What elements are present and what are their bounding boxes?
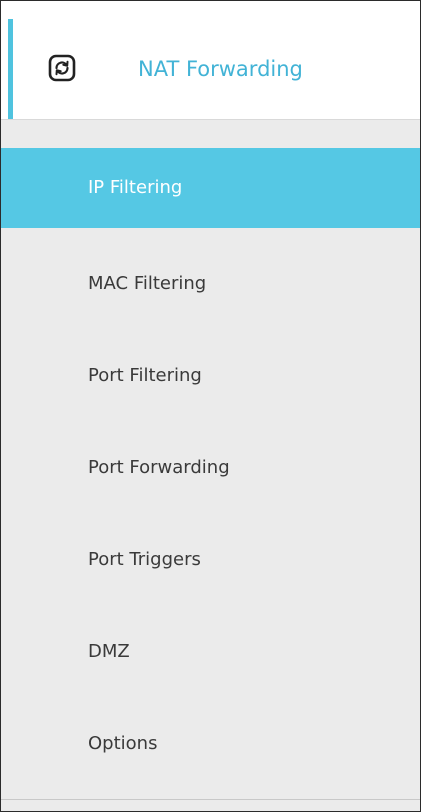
- menu-item-dmz[interactable]: DMZ: [1, 608, 420, 700]
- menu-item-port-triggers[interactable]: Port Triggers: [1, 516, 420, 608]
- active-section-indicator: [8, 19, 13, 119]
- menu-item-options[interactable]: Options: [1, 700, 420, 792]
- submenu-list: IP Filtering MAC Filtering Port Filterin…: [1, 148, 420, 792]
- sidebar-panel: NAT Forwarding IP Filtering MAC Filterin…: [0, 0, 421, 812]
- menu-item-label: IP Filtering: [88, 177, 183, 198]
- section-title: NAT Forwarding: [138, 57, 303, 81]
- menu-item-label: Options: [88, 733, 158, 754]
- menu-item-ip-filtering[interactable]: IP Filtering: [1, 148, 420, 228]
- menu-item-port-filtering[interactable]: Port Filtering: [1, 332, 420, 424]
- nat-forwarding-header[interactable]: NAT Forwarding: [1, 1, 420, 120]
- menu-item-label: MAC Filtering: [88, 273, 207, 294]
- menu-item-label: Port Triggers: [88, 549, 201, 570]
- menu-item-port-forwarding[interactable]: Port Forwarding: [1, 424, 420, 516]
- menu-item-mac-filtering[interactable]: MAC Filtering: [1, 240, 420, 332]
- divider: [1, 799, 420, 800]
- nat-forwarding-icon: [48, 54, 76, 82]
- menu-item-label: DMZ: [88, 641, 130, 662]
- menu-item-label: Port Forwarding: [88, 457, 230, 478]
- menu-item-label: Port Filtering: [88, 365, 202, 386]
